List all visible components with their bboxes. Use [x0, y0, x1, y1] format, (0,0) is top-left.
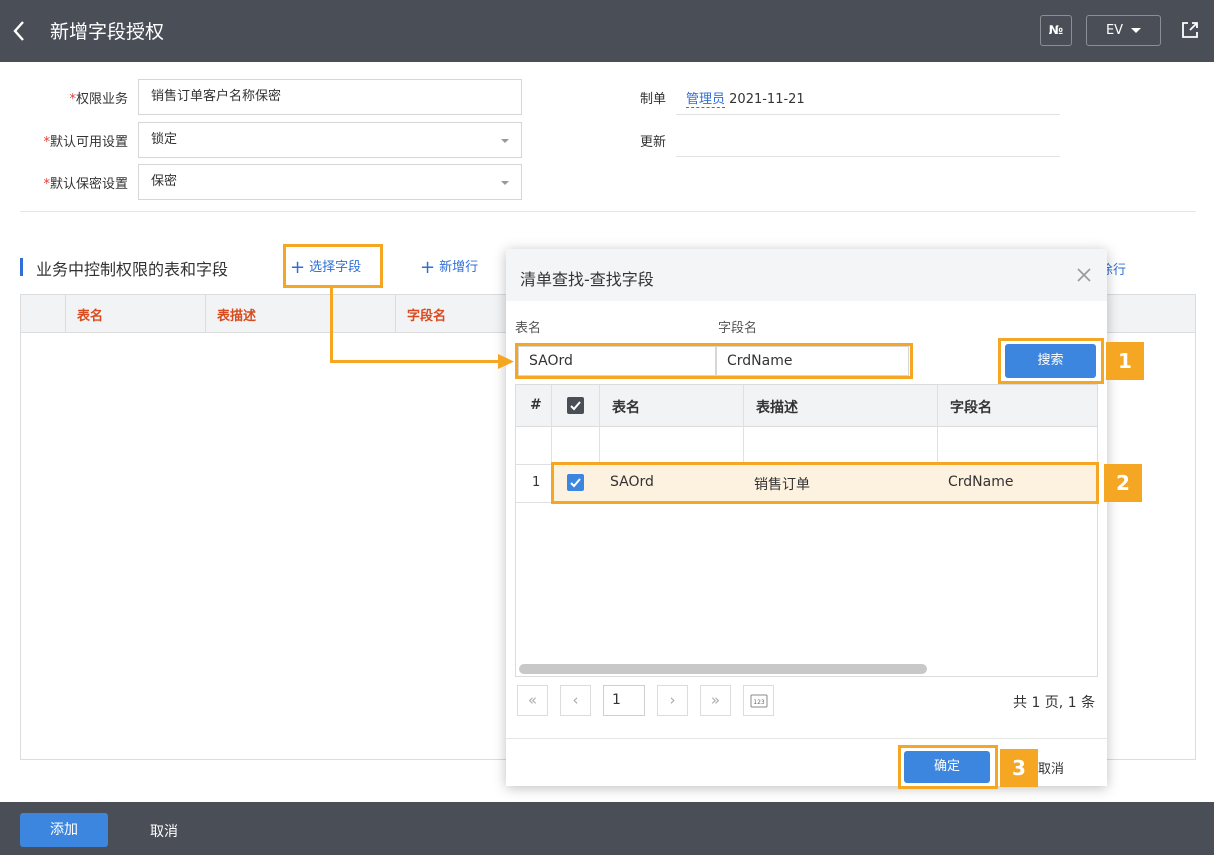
- dialog-field-label: 字段名: [718, 321, 758, 336]
- grid-col-table: 表名: [612, 400, 640, 416]
- result-grid: # 表名 表描述 字段名 1 SAOrd 销售订单 CrdName: [515, 384, 1098, 677]
- result-grid-header: [516, 385, 1097, 427]
- default-secret-label: *默认保密设置: [43, 177, 128, 192]
- highlight-confirm-button: [898, 745, 998, 789]
- prev-page-button[interactable]: ‹: [560, 685, 591, 716]
- pager-total: 共 1 页, 1 条: [1013, 695, 1096, 711]
- step-1-badge: 1: [1106, 342, 1144, 380]
- export-icon[interactable]: [1180, 20, 1200, 40]
- page-title: 新增字段授权: [50, 21, 165, 43]
- cancel-button[interactable]: 取消: [150, 821, 178, 841]
- connector-line: [330, 360, 502, 363]
- caret-down-icon: [1131, 28, 1142, 33]
- default-secret-select[interactable]: 保密: [138, 164, 522, 200]
- grid-col-desc: 表描述: [756, 400, 798, 416]
- next-page-button[interactable]: ›: [657, 685, 688, 716]
- number-input-icon: 123: [750, 694, 767, 708]
- maker-date: 2021-11-21: [729, 92, 805, 107]
- jump-page-button[interactable]: 123: [743, 685, 774, 716]
- dialog-footer-divider: [506, 738, 1107, 739]
- default-available-value: 锁定: [151, 132, 178, 147]
- maker-user-link[interactable]: 管理员: [686, 92, 726, 108]
- number-button[interactable]: №: [1040, 15, 1072, 46]
- bottom-action-bar: 添加 取消: [0, 802, 1214, 855]
- default-available-label: *默认可用设置: [43, 135, 128, 150]
- perm-business-label: *权限业务: [69, 92, 128, 107]
- section-title: 业务中控制权限的表和字段: [36, 260, 229, 279]
- col-field-name: 字段名: [407, 309, 447, 324]
- back-arrow-icon[interactable]: [10, 18, 30, 44]
- horizontal-scrollbar[interactable]: [519, 664, 927, 674]
- update-label: 更新: [639, 135, 666, 150]
- row-number: 1: [532, 475, 541, 490]
- maker-label: 制单: [639, 92, 666, 107]
- top-bar: 新增字段授权 № EV: [0, 0, 1214, 62]
- col-table-desc: 表描述: [217, 309, 257, 324]
- add-button[interactable]: 添加: [20, 813, 108, 847]
- first-page-button[interactable]: «: [517, 685, 548, 716]
- dialog-title: 清单查找-查找字段: [520, 270, 654, 289]
- svg-text:123: 123: [753, 699, 765, 706]
- page-number-input[interactable]: 1: [603, 685, 645, 716]
- add-row-button[interactable]: + 新增行: [420, 256, 478, 278]
- grid-col-num: #: [530, 397, 542, 413]
- grid-col-field: 字段名: [950, 400, 992, 416]
- last-page-button[interactable]: »: [700, 685, 731, 716]
- select-all-checkbox[interactable]: [567, 397, 584, 414]
- highlight-search-button: [998, 338, 1104, 384]
- close-icon[interactable]: [1075, 266, 1093, 284]
- highlight-search-inputs: [515, 343, 913, 379]
- highlight-select-field: [283, 244, 383, 288]
- language-dropdown[interactable]: EV: [1086, 15, 1161, 46]
- col-table-name: 表名: [77, 309, 104, 324]
- default-secret-value: 保密: [151, 174, 178, 189]
- update-underline: [676, 156, 1060, 157]
- section-accent-bar: [20, 258, 23, 276]
- step-3-badge: 3: [1000, 749, 1038, 787]
- language-label: EV: [1105, 23, 1124, 38]
- plus-icon: +: [420, 257, 436, 278]
- check-icon: [570, 401, 581, 411]
- default-available-select[interactable]: 锁定: [138, 122, 522, 158]
- maker-value: 管理员 2021-11-21: [686, 88, 805, 108]
- dialog-table-label: 表名: [515, 321, 542, 336]
- connector-line: [330, 287, 333, 362]
- section-divider: [20, 211, 1196, 212]
- arrow-right-icon: [498, 354, 514, 369]
- maker-underline: [676, 114, 1060, 115]
- dialog-cancel-button[interactable]: 取消: [1038, 758, 1064, 777]
- step-2-badge: 2: [1104, 464, 1142, 502]
- chevron-down-icon: [501, 139, 509, 143]
- perm-business-input[interactable]: 销售订单客户名称保密: [138, 79, 522, 115]
- highlight-result-row: [551, 462, 1099, 504]
- chevron-down-icon: [501, 181, 509, 185]
